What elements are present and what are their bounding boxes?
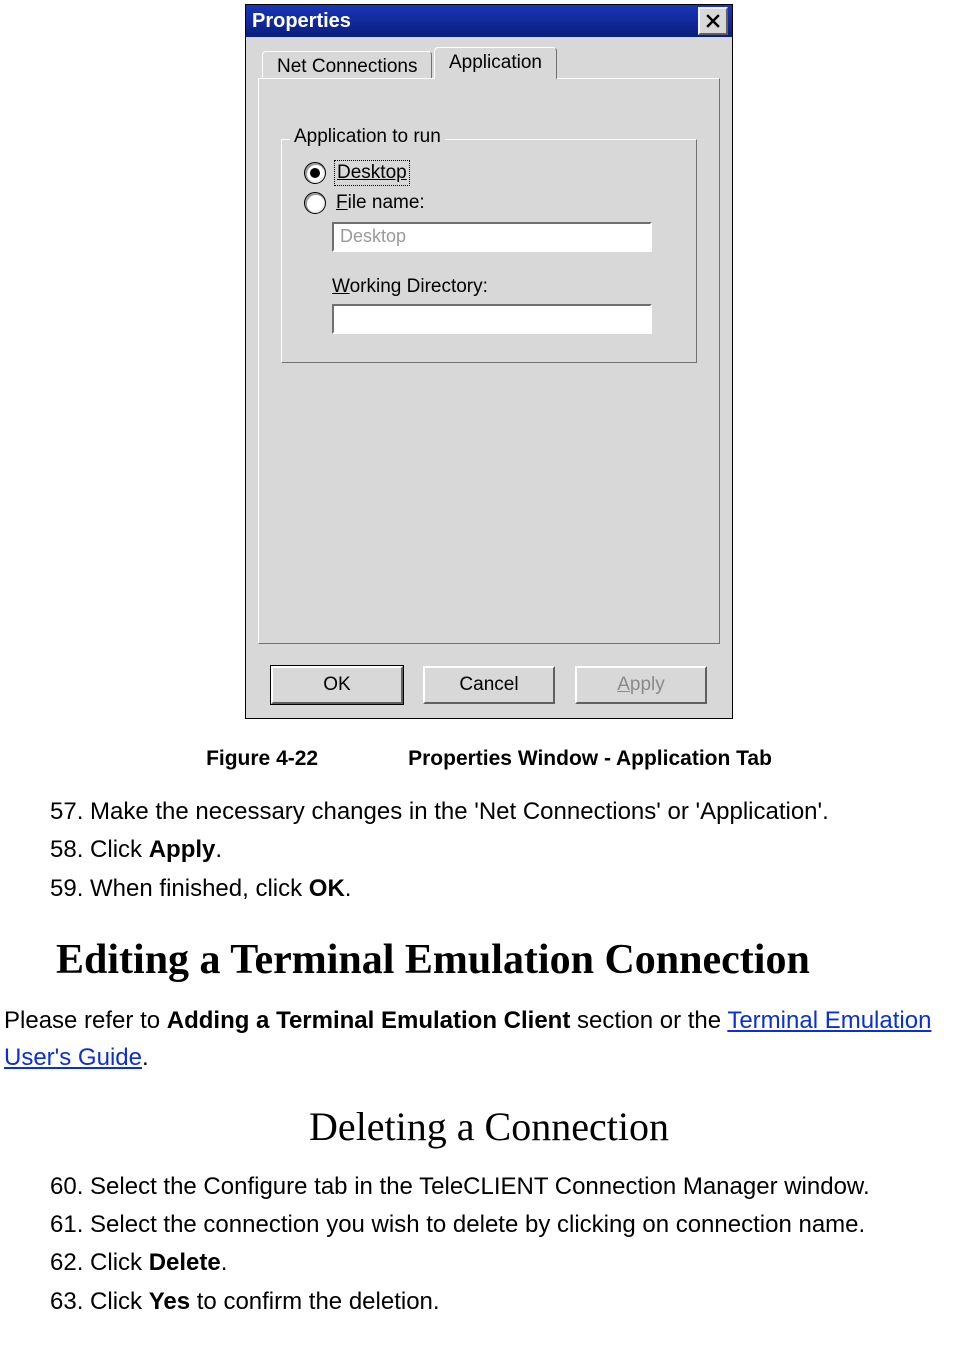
- radio-desktop-label: Desktop: [336, 162, 408, 184]
- steps-60-63: 60. Select the Configure tab in the Tele…: [50, 1168, 978, 1322]
- properties-dialog: Properties Net Connections Application A…: [245, 4, 733, 719]
- dialog-body: Net Connections Application Application …: [246, 37, 732, 718]
- filename-input[interactable]: Desktop: [332, 222, 652, 252]
- figure-caption: Figure 4-22 Properties Window - Applicat…: [0, 747, 978, 771]
- step-61: 61. Select the connection you wish to de…: [50, 1206, 978, 1244]
- application-tab-panel: Application to run Desktop File name: De…: [258, 78, 720, 644]
- step-60: 60. Select the Configure tab in the Tele…: [50, 1168, 978, 1206]
- tab-application[interactable]: Application: [434, 47, 557, 80]
- steps-57-59: 57. Make the necessary changes in the 'N…: [50, 793, 978, 908]
- radio-icon: [304, 162, 326, 184]
- radio-filename-label: File name:: [336, 192, 425, 214]
- step-63: 63. Click Yes to confirm the deletion.: [50, 1283, 978, 1321]
- step-59: 59. When finished, click OK.: [50, 870, 978, 908]
- heading-editing: Editing a Terminal Emulation Connection: [56, 936, 978, 984]
- tabstrip: Net Connections Application: [262, 47, 720, 79]
- apply-button[interactable]: Apply: [575, 666, 707, 704]
- window-title: Properties: [252, 10, 698, 33]
- titlebar: Properties: [246, 5, 732, 37]
- figure-title: Properties Window - Application Tab: [408, 747, 772, 771]
- cancel-button[interactable]: Cancel: [423, 666, 555, 704]
- dialog-buttons: OK Cancel Apply: [258, 666, 720, 704]
- working-directory-label: Working Directory:: [332, 276, 674, 298]
- working-directory-input[interactable]: [332, 304, 652, 334]
- properties-dialog-wrap: Properties Net Connections Application A…: [0, 0, 978, 719]
- step-62: 62. Click Delete.: [50, 1244, 978, 1282]
- figure-number: Figure 4-22: [206, 747, 318, 771]
- radio-icon: [304, 192, 326, 214]
- paragraph-refer: Please refer to Adding a Terminal Emulat…: [4, 1002, 966, 1076]
- close-button[interactable]: [698, 7, 728, 35]
- application-to-run-group: Application to run Desktop File name: De…: [281, 139, 697, 363]
- group-legend: Application to run: [290, 126, 445, 148]
- radio-desktop[interactable]: Desktop: [304, 162, 674, 184]
- step-58: 58. Click Apply.: [50, 831, 978, 869]
- radio-filename[interactable]: File name:: [304, 192, 674, 214]
- ok-button[interactable]: OK: [271, 666, 403, 704]
- close-icon: [706, 14, 720, 28]
- step-57: 57. Make the necessary changes in the 'N…: [50, 793, 978, 831]
- heading-deleting: Deleting a Connection: [0, 1103, 978, 1150]
